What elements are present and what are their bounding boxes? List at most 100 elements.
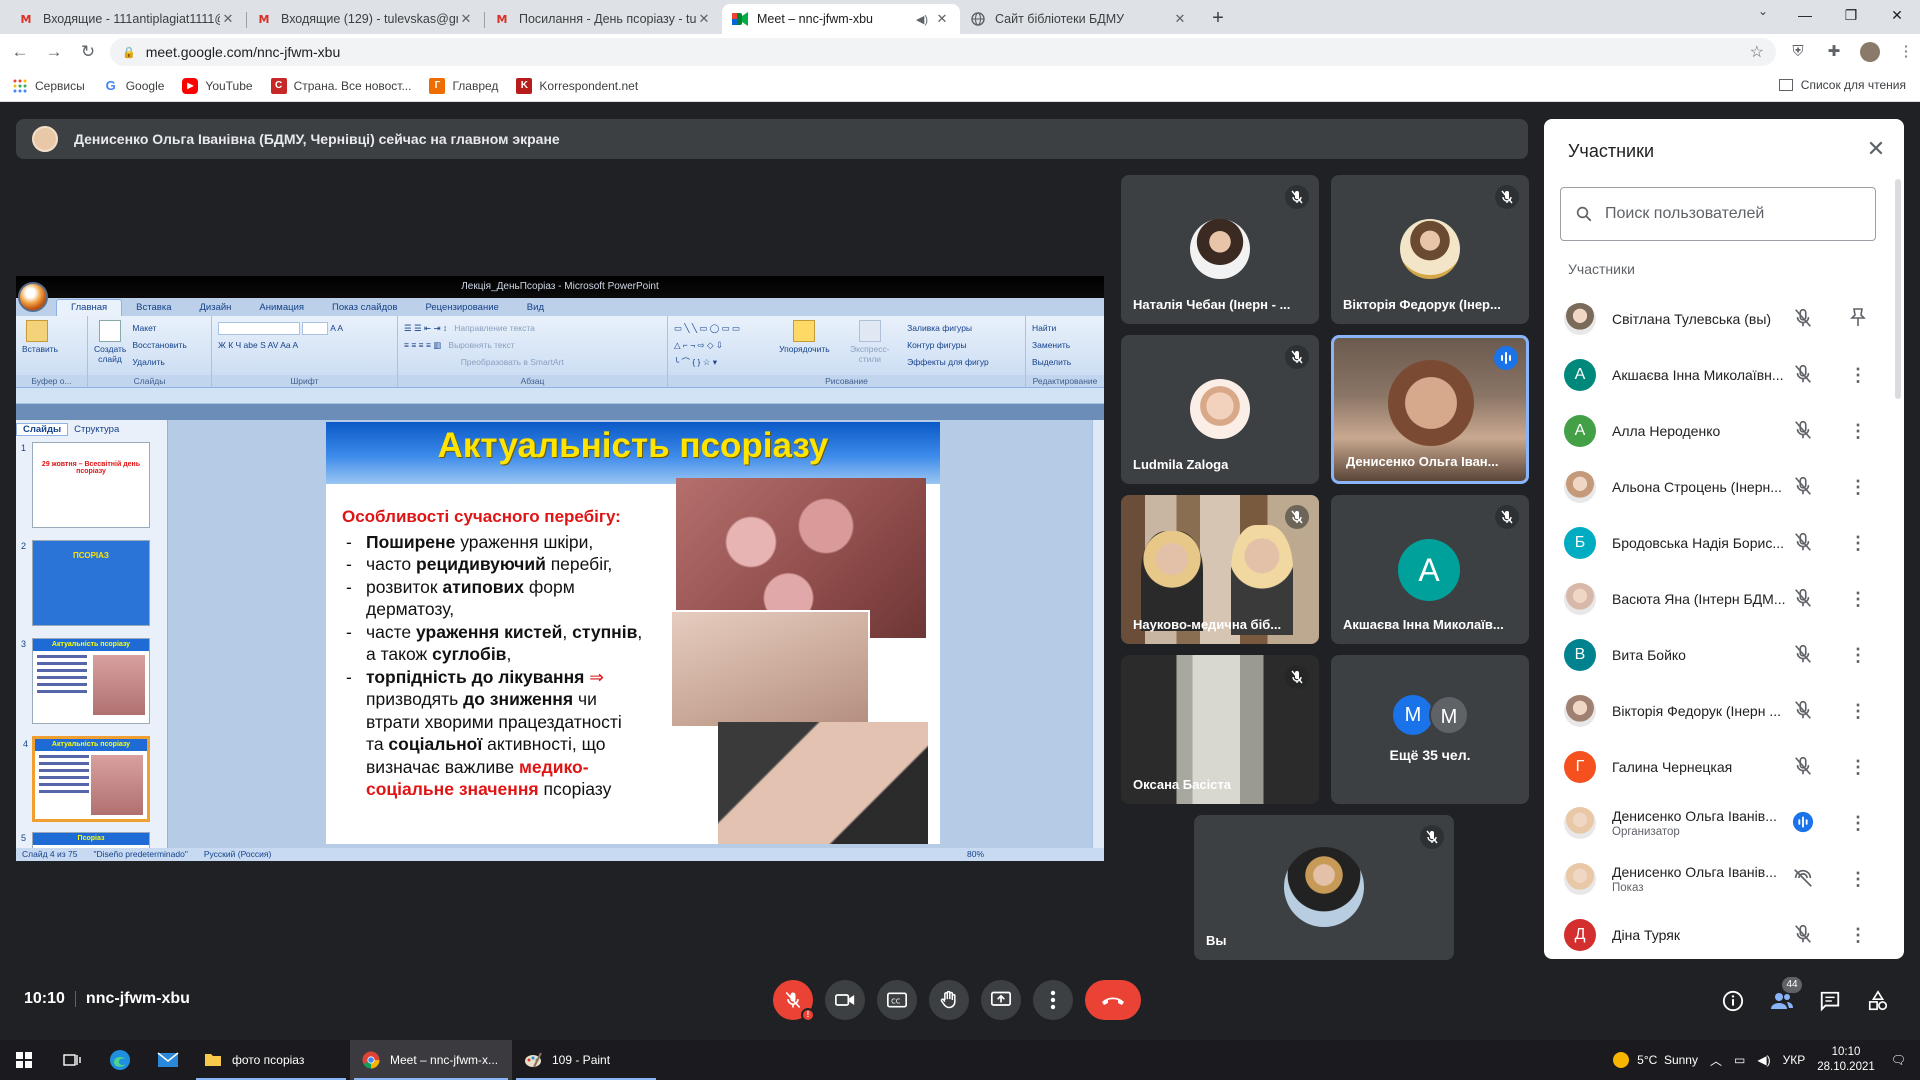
more-vert-icon[interactable]: ⋮ (1846, 475, 1870, 499)
bookmark-youtube[interactable]: ▶ YouTube (182, 77, 253, 94)
camera-button[interactable] (825, 980, 865, 1020)
browser-menu-icon[interactable]: ⋮ (1892, 38, 1920, 66)
participant-search-box[interactable] (1560, 187, 1876, 241)
close-window-icon[interactable]: ✕ (1874, 0, 1920, 30)
taskbar-app-chrome[interactable]: Meet – nnc-jfwm-x... (350, 1040, 512, 1080)
captions-button[interactable]: CC (877, 980, 917, 1020)
microphone-button[interactable]: ! (773, 980, 815, 1022)
more-vert-icon[interactable]: ⋮ (1846, 587, 1870, 611)
meeting-details-button[interactable] (1717, 985, 1749, 1017)
bookmark-star-icon[interactable]: ☆ (1750, 42, 1764, 62)
new-tab-button[interactable]: + (1204, 5, 1232, 33)
participant-tile[interactable]: Науково-медична біб... (1121, 495, 1319, 644)
more-vert-icon[interactable]: ⋮ (1846, 643, 1870, 667)
participant-row[interactable]: В Вита Бойко ⋮ (1544, 627, 1894, 683)
browser-tab-active[interactable]: Meet – nnc-jfwm-xbu ◀) ✕ (722, 4, 960, 34)
close-tab-icon[interactable]: ✕ (696, 11, 712, 27)
leave-call-button[interactable] (1085, 980, 1141, 1020)
reload-icon[interactable]: ↻ (74, 38, 102, 66)
more-vert-icon[interactable]: ⋮ (1846, 923, 1870, 947)
self-tile[interactable]: Вы (1194, 815, 1454, 960)
mic-off-icon[interactable] (1792, 419, 1816, 443)
more-vert-icon[interactable]: ⋮ (1846, 531, 1870, 555)
participant-row[interactable]: А Акшаєва Інна Миколаївн... ⋮ (1544, 347, 1894, 403)
lock-icon[interactable]: 🔒 (122, 46, 136, 59)
participant-row[interactable]: Г Галина Чернецкая ⋮ (1544, 739, 1894, 795)
back-icon[interactable]: ← (6, 38, 34, 66)
close-tab-icon[interactable]: ✕ (220, 11, 236, 27)
browser-tab[interactable]: M Входящие - 111antiplagiat1111@ ✕ (8, 4, 246, 34)
chevron-up-icon[interactable]: ︿ (1710, 1052, 1722, 1069)
system-clock[interactable]: 10:10 28.10.2021 (1817, 1045, 1875, 1075)
mic-off-icon[interactable] (1792, 307, 1816, 331)
participant-row[interactable]: Д Діна Туряк ⋮ (1544, 907, 1894, 959)
tab-search-icon[interactable]: ⌄ (1758, 4, 1768, 18)
browser-tab[interactable]: M Посилання - День псоріазу - tu ✕ (484, 4, 722, 34)
close-tab-icon[interactable]: ✕ (934, 11, 950, 27)
more-options-button[interactable] (1033, 980, 1073, 1020)
start-button[interactable] (0, 1040, 48, 1080)
presentation-audio-off-icon[interactable] (1792, 867, 1816, 891)
audio-playing-icon[interactable]: ◀) (916, 13, 928, 26)
participant-tile[interactable]: Оксана Басіста (1121, 655, 1319, 804)
bookmark-glavred[interactable]: Г Главред (429, 77, 498, 94)
present-screen-button[interactable] (981, 980, 1021, 1020)
participant-row[interactable]: Денисенко Ольга Іванів... Показ ⋮ (1544, 851, 1894, 907)
participant-row[interactable]: Світлана Тулевська (вы) (1544, 291, 1894, 347)
profile-avatar[interactable] (1856, 38, 1884, 66)
mic-off-icon[interactable] (1792, 587, 1816, 611)
participant-tile[interactable]: Ludmila Zaloga (1121, 335, 1319, 484)
notifications-icon[interactable]: 🗨 (1891, 1053, 1906, 1067)
forward-icon[interactable]: → (40, 38, 68, 66)
panel-scrollbar[interactable] (1895, 179, 1901, 399)
shield-extension-icon[interactable]: ⛨ (1784, 38, 1812, 66)
browser-tab[interactable]: Сайт бібліотеки БДМУ ✕ (960, 4, 1198, 34)
bookmark-strana[interactable]: С Страна. Все новост... (270, 77, 411, 94)
more-vert-icon[interactable]: ⋮ (1846, 699, 1870, 723)
reading-list-button[interactable]: Список для чтения (1778, 78, 1906, 92)
participant-row[interactable]: А Алла Нероденко ⋮ (1544, 403, 1894, 459)
close-panel-button[interactable]: ✕ (1864, 137, 1888, 161)
mic-off-icon[interactable] (1792, 531, 1816, 555)
participant-row[interactable]: Б Бродовська Надія Борис... ⋮ (1544, 515, 1894, 571)
more-vert-icon[interactable]: ⋮ (1846, 419, 1870, 443)
more-vert-icon[interactable]: ⋮ (1846, 755, 1870, 779)
mic-off-icon[interactable] (1792, 363, 1816, 387)
more-participants-tile[interactable]: М М Ещё 35 чел. (1331, 655, 1529, 804)
participant-row[interactable]: Альона Строцень (Інерн... ⋮ (1544, 459, 1894, 515)
taskbar-app-paint[interactable]: 109 - Paint (512, 1040, 660, 1080)
weather-widget[interactable]: 5°C Sunny (1613, 1052, 1698, 1068)
chat-button[interactable] (1814, 985, 1846, 1017)
bookmark-services[interactable]: Сервисы (12, 78, 85, 94)
participant-tile[interactable]: Вікторія Федорук (Інер... (1331, 175, 1529, 324)
task-view-button[interactable] (48, 1040, 96, 1080)
url-text[interactable]: meet.google.com/nnc-jfwm-xbu (146, 44, 1750, 60)
participant-tile[interactable]: А Акшаєва Інна Миколаїв... (1331, 495, 1529, 644)
mic-off-icon[interactable] (1792, 699, 1816, 723)
bookmark-google[interactable]: G Google (103, 78, 165, 94)
minimize-icon[interactable]: — (1782, 0, 1828, 30)
close-tab-icon[interactable]: ✕ (1172, 11, 1188, 27)
participant-row[interactable]: Денисенко Ольга Іванів... Организатор ⋮ (1544, 795, 1894, 851)
restore-icon[interactable]: ❐ (1828, 0, 1874, 30)
network-icon[interactable]: ▭ (1734, 1053, 1745, 1067)
more-vert-icon[interactable]: ⋮ (1846, 363, 1870, 387)
mail-taskbar-button[interactable] (144, 1040, 192, 1080)
extensions-puzzle-icon[interactable]: ✚ (1820, 38, 1848, 66)
raise-hand-button[interactable] (929, 980, 969, 1020)
activities-button[interactable] (1862, 985, 1894, 1017)
address-bar[interactable]: 🔒 meet.google.com/nnc-jfwm-xbu ☆ (110, 38, 1776, 66)
mic-off-icon[interactable] (1792, 643, 1816, 667)
participants-button[interactable]: 44 (1766, 977, 1802, 1017)
participant-tile[interactable]: Наталія Чебан (Інерн - ... (1121, 175, 1319, 324)
bookmark-korrespondent[interactable]: K Korrespondent.net (516, 77, 638, 94)
edge-taskbar-button[interactable] (96, 1040, 144, 1080)
pin-icon[interactable] (1846, 307, 1870, 331)
speaking-indicator-icon[interactable] (1792, 811, 1816, 835)
mic-off-icon[interactable] (1792, 923, 1816, 947)
more-vert-icon[interactable]: ⋮ (1846, 867, 1870, 891)
volume-icon[interactable]: ◀) (1757, 1053, 1770, 1067)
mic-off-icon[interactable] (1792, 475, 1816, 499)
taskbar-app-explorer[interactable]: фото псоріаз (192, 1040, 350, 1080)
mic-off-icon[interactable] (1792, 755, 1816, 779)
